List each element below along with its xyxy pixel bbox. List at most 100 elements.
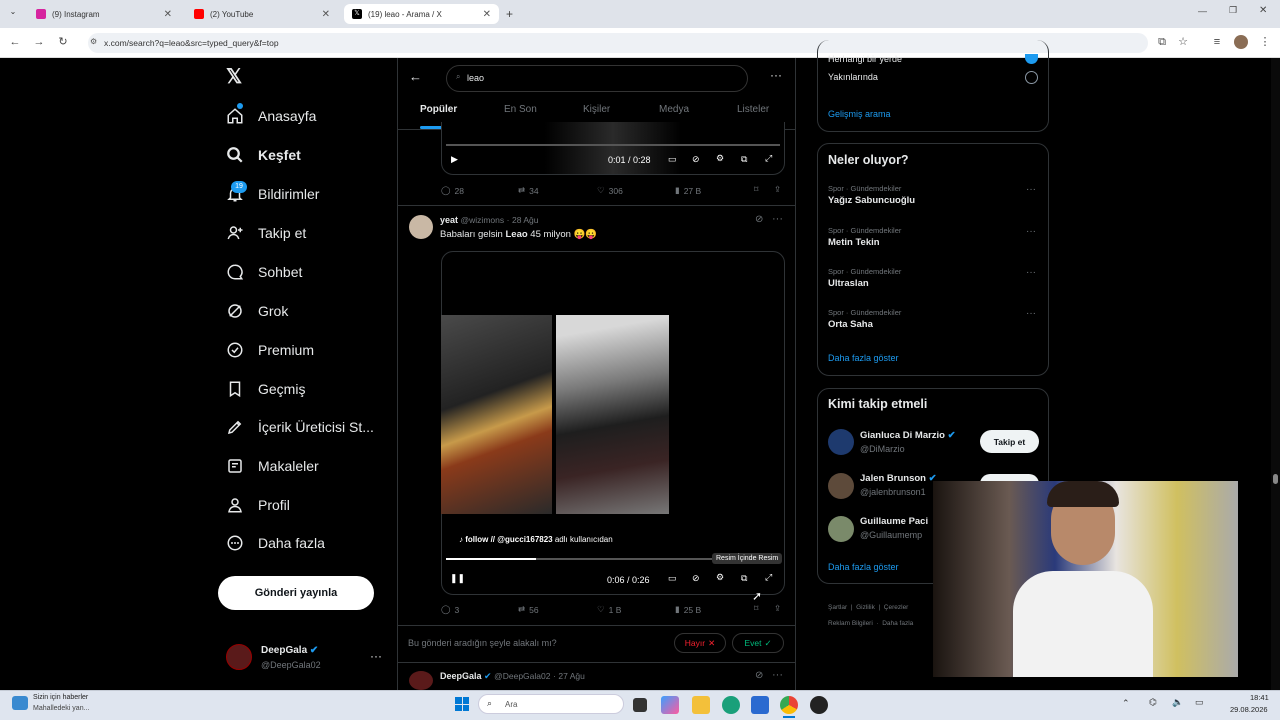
scroll-thumb[interactable] xyxy=(1273,474,1278,484)
trend-item[interactable]: Spor · Gündemdekiler Metin Tekin ··· xyxy=(828,226,1040,256)
site-info-icon[interactable]: ⚙ xyxy=(90,37,97,46)
forward-arrow-icon[interactable]: → xyxy=(31,34,47,50)
nav-item-bookmarks[interactable]: Geçmiş xyxy=(226,376,305,402)
copilot-icon[interactable] xyxy=(661,696,679,714)
footer-link-ads[interactable]: Reklam Bilgileri xyxy=(828,620,873,627)
settings-gear-icon[interactable]: ⚙ xyxy=(716,572,724,583)
grok-icon[interactable]: ⊘ xyxy=(755,214,763,225)
location-option-nearby[interactable]: Yakınlarında xyxy=(828,72,878,82)
back-arrow-icon[interactable]: ← xyxy=(7,34,23,50)
install-app-icon[interactable]: ⧉ xyxy=(1154,34,1170,50)
network-icon[interactable]: ⌬ xyxy=(1149,697,1157,708)
clock-date[interactable]: 29.08.2026 xyxy=(1230,705,1268,714)
edge-icon[interactable] xyxy=(722,696,740,714)
browser-tab-youtube[interactable]: (2) YouTube ✕ xyxy=(186,4,338,24)
mute-icon[interactable]: ⊘ xyxy=(692,573,700,584)
feedback-no-button[interactable]: Hayır ✕ xyxy=(674,633,726,653)
nav-item-articles[interactable]: Makaleler xyxy=(226,453,319,479)
share-icon[interactable]: ⇪ xyxy=(774,603,781,614)
user-name[interactable]: Guillaume Paci xyxy=(860,516,933,527)
captions-icon[interactable]: ▭ xyxy=(668,573,677,584)
more-dots-icon[interactable]: ··· xyxy=(772,669,783,681)
author-name[interactable]: DeepGala xyxy=(440,671,482,681)
trend-item[interactable]: Spor · Gündemdekiler Ultraslan ··· xyxy=(828,267,1040,297)
clock-time[interactable]: 18:41 xyxy=(1250,693,1269,702)
volume-icon[interactable]: 🔈 xyxy=(1172,697,1183,708)
advanced-search-link[interactable]: Gelişmiş arama xyxy=(828,109,891,119)
browser-profile-avatar[interactable] xyxy=(1234,35,1248,49)
reading-list-icon[interactable]: ≡ xyxy=(1209,34,1225,50)
nav-item-explore[interactable]: Keşfet xyxy=(226,142,301,168)
author-handle[interactable]: @wizimons xyxy=(461,215,505,225)
close-tab-icon[interactable]: ✕ xyxy=(322,9,330,20)
file-explorer-icon[interactable] xyxy=(692,696,710,714)
store-icon[interactable] xyxy=(751,696,769,714)
views-button[interactable]: ▮ 27 B xyxy=(675,185,701,196)
nav-item-follow[interactable]: Takip et xyxy=(226,220,306,246)
share-icon[interactable]: ⇪ xyxy=(774,184,781,195)
more-dots-icon[interactable]: ··· xyxy=(770,68,782,82)
nav-item-more[interactable]: Daha fazla xyxy=(226,530,325,556)
nav-item-profile[interactable]: Profil xyxy=(226,492,290,518)
who-to-follow-show-more-link[interactable]: Daha fazla göster xyxy=(828,562,899,572)
bookmark-icon[interactable]: ⌑ xyxy=(754,184,758,195)
taskbar-search-input[interactable]: Ara xyxy=(478,694,624,714)
trend-item[interactable]: Spor · Gündemdekiler Yağız Sabuncuoğlu ·… xyxy=(828,184,1040,214)
browser-menu-icon[interactable]: ⋮ xyxy=(1257,34,1273,50)
footer-link-more[interactable]: Daha fazla xyxy=(882,620,913,627)
like-button[interactable]: ♡ 1 B xyxy=(597,604,621,615)
video-player[interactable] xyxy=(441,122,785,175)
browser-tab-x[interactable]: 𝕏 (19) leao - Arama / X ✕ xyxy=(344,4,499,24)
more-dots-icon[interactable]: ··· xyxy=(1026,308,1036,319)
avatar[interactable] xyxy=(828,429,854,455)
close-tab-icon[interactable]: ✕ xyxy=(483,9,491,20)
minimize-window-icon[interactable]: — xyxy=(1198,6,1207,16)
user-name[interactable]: Jalen Brunson ✔ xyxy=(860,473,937,484)
tab-list-button[interactable]: ⌄ xyxy=(6,7,20,21)
nav-item-creator-studio[interactable]: İçerik Üreticisi St... xyxy=(226,414,374,440)
restore-window-icon[interactable]: ❐ xyxy=(1229,5,1237,16)
tab-popular[interactable]: Popüler xyxy=(420,104,457,115)
grok-icon[interactable]: ⊘ xyxy=(755,670,763,681)
more-dots-icon[interactable]: ··· xyxy=(1026,226,1036,237)
tab-latest[interactable]: En Son xyxy=(504,104,537,115)
repost-button[interactable]: ⇄ 34 xyxy=(518,185,539,196)
nav-item-premium[interactable]: Premium xyxy=(226,337,314,363)
post-date[interactable]: 28 Ağu xyxy=(512,215,538,225)
bookmark-star-icon[interactable]: ☆ xyxy=(1175,34,1191,50)
mute-icon[interactable]: ⊘ xyxy=(692,154,700,165)
play-icon[interactable]: ▶ xyxy=(451,154,458,165)
post-button[interactable]: Gönderi yayınla xyxy=(218,576,374,610)
tab-people[interactable]: Kişiler xyxy=(583,104,610,115)
more-dots-icon[interactable]: ··· xyxy=(370,649,382,663)
close-tab-icon[interactable]: ✕ xyxy=(164,9,172,20)
windows-start-icon[interactable] xyxy=(455,697,469,711)
more-dots-icon[interactable]: ··· xyxy=(772,213,783,225)
search-input[interactable]: leao xyxy=(446,65,748,92)
news-widget-icon[interactable] xyxy=(12,696,28,710)
pause-icon[interactable]: ❚❚ xyxy=(450,573,465,584)
chrome-icon[interactable] xyxy=(780,696,798,714)
views-button[interactable]: ▮ 25 B xyxy=(675,604,701,615)
captions-icon[interactable]: ▭ xyxy=(668,154,677,165)
author-name[interactable]: yeat xyxy=(440,215,458,225)
avatar[interactable] xyxy=(828,516,854,542)
author-handle[interactable]: @DeepGala02 xyxy=(494,671,550,681)
reload-icon[interactable]: ↻ xyxy=(55,34,71,50)
like-button[interactable]: ♡ 306 xyxy=(597,185,623,196)
tab-media[interactable]: Medya xyxy=(659,104,689,115)
footer-link-privacy[interactable]: Gizlilik xyxy=(856,604,875,611)
close-window-icon[interactable]: ✕ xyxy=(1259,5,1267,16)
avatar[interactable] xyxy=(828,473,854,499)
battery-icon[interactable]: ▭ xyxy=(1195,697,1204,708)
browser-tab-instagram[interactable]: (9) Instagram ✕ xyxy=(28,4,180,24)
avatar[interactable] xyxy=(409,215,433,239)
task-view-icon[interactable] xyxy=(633,698,647,712)
repost-button[interactable]: ⇄ 56 xyxy=(518,604,539,615)
picture-in-picture-icon[interactable]: ⧉ xyxy=(741,573,747,584)
tray-chevron-icon[interactable]: ⌃ xyxy=(1122,698,1130,709)
footer-link-cookies[interactable]: Çerezler xyxy=(884,604,909,611)
trends-show-more-link[interactable]: Daha fazla göster xyxy=(828,353,899,363)
fullscreen-icon[interactable]: ⤢ xyxy=(765,153,772,164)
post-date[interactable]: 27 Ağu xyxy=(558,671,584,681)
